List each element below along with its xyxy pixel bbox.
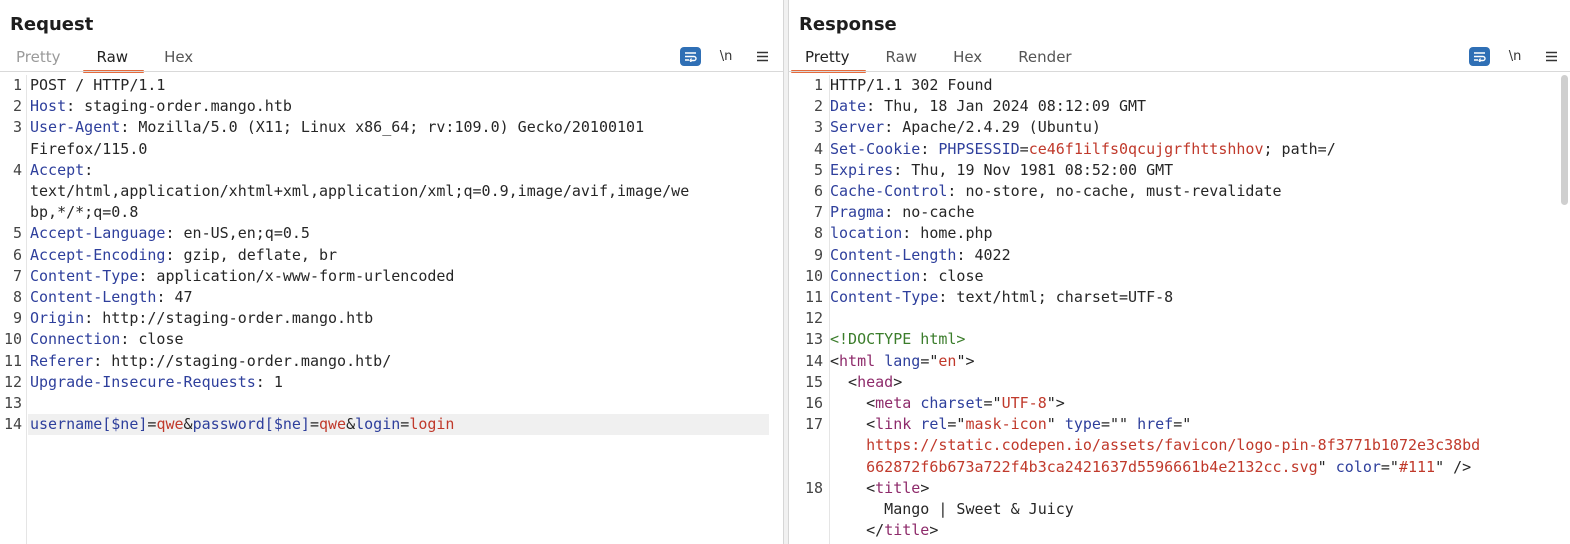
line-number: 2 [813, 97, 823, 116]
code-line: POST / HTTP/1.1 [30, 76, 166, 94]
line-number: 5 [12, 224, 22, 243]
line-number: 16 [804, 394, 823, 412]
code-line: Expires: Thu, 19 Nov 1981 08:52:00 GMT [830, 160, 1174, 179]
line-number: 8 [813, 224, 823, 243]
line-number: 9 [813, 245, 823, 264]
code-line: Firefox/115.0 [30, 139, 148, 158]
line-number: 12 [804, 309, 823, 328]
wrap-lines-icon[interactable] [1469, 46, 1490, 66]
code-line: <link rel="mask-icon" type="" href=" [830, 415, 1192, 434]
line-number: 15 [804, 372, 823, 391]
code-line: Server: Apache/2.4.29 (Ubuntu) [830, 118, 1101, 137]
code-line: Content-Type: application/x-www-form-url… [30, 266, 455, 285]
code-line: Content-Length: 4022 [830, 245, 1011, 264]
code-line: Connection: close [30, 330, 184, 349]
tab-raw[interactable]: Raw [886, 44, 918, 70]
line-number: 12 [3, 372, 22, 391]
request-tabs: Pretty Raw Hex [0, 44, 213, 73]
newline-toggle[interactable]: \n [715, 46, 737, 66]
line-number: 11 [3, 351, 22, 370]
code-line: Pragma: no-cache [830, 203, 975, 222]
line-number: 14 [804, 351, 823, 370]
code-line: Accept-Language: en-US,en;q=0.5 [30, 224, 310, 243]
line-number: 18 [804, 478, 823, 497]
code-line: Origin: http://staging-order.mango.htb [30, 309, 374, 328]
line-number: 10 [3, 330, 22, 349]
line-number: 14 [3, 415, 22, 434]
code-line: bp,*/*;q=0.8 [30, 203, 139, 222]
line-number: 9 [12, 309, 22, 328]
line-number: 11 [804, 288, 823, 306]
menu-icon[interactable] [751, 46, 773, 66]
code-line: username[$ne]=qwe&password[$ne]=qwe&logi… [30, 415, 455, 434]
code-line: text/html,application/xhtml+xml,applicat… [30, 182, 690, 200]
line-number: 1 [813, 76, 823, 94]
line-number: 7 [813, 203, 823, 222]
tab-hex[interactable]: Hex [953, 44, 982, 70]
menu-icon[interactable] [1540, 46, 1562, 66]
line-number: 1 [12, 76, 22, 94]
tab-render[interactable]: Render [1018, 44, 1071, 70]
response-pane: Response Pretty Raw Hex Render \n 1 HTTP/… [789, 0, 1570, 544]
code-line: <title> [830, 478, 930, 497]
code-line: https://static.codepen.io/assets/favicon… [866, 436, 1481, 455]
code-line: Cache-Control: no-store, no-cache, must-… [830, 182, 1282, 200]
code-line: Referer: http://staging-order.mango.htb/ [30, 351, 392, 370]
code-line: 662872f6b673a722f4b3ca2421637d5596661b4e… [866, 457, 1472, 476]
vertical-scrollbar[interactable] [1561, 75, 1568, 205]
tab-divider [0, 71, 783, 72]
tab-divider [789, 71, 1570, 72]
line-number: 6 [12, 245, 22, 264]
code-line: location: home.php [830, 224, 993, 243]
response-title: Response [799, 14, 897, 35]
code-line: <!DOCTYPE html> [830, 330, 966, 349]
code-line: </title> [830, 521, 939, 540]
line-number: 2 [12, 97, 22, 116]
response-tabs: Pretty Raw Hex Render [789, 44, 1092, 73]
wrap-lines-icon[interactable] [680, 46, 701, 66]
tab-hex[interactable]: Hex [164, 44, 193, 70]
code-line: Mango | Sweet & Juicy [830, 500, 1074, 518]
line-number: 8 [12, 288, 22, 306]
line-number: 10 [804, 266, 823, 285]
tab-pretty[interactable]: Pretty [791, 44, 865, 73]
code-line: <meta charset="UTF-8"> [830, 394, 1065, 412]
code-line: Content-Type: text/html; charset=UTF-8 [830, 288, 1174, 306]
code-line: Connection: close [830, 266, 984, 285]
tab-raw[interactable]: Raw [82, 44, 144, 73]
line-number: 5 [813, 160, 823, 179]
line-number: 4 [12, 160, 22, 179]
newline-toggle[interactable]: \n [1504, 46, 1526, 66]
code-line: HTTP/1.1 302 Found [830, 76, 993, 94]
code-line: <html lang="en"> [830, 351, 975, 370]
tab-pretty[interactable]: Pretty [16, 44, 61, 70]
code-line: Date: Thu, 18 Jan 2024 08:12:09 GMT [830, 97, 1147, 116]
code-line: Set-Cookie: PHPSESSID=ce46f1ilfs0qcujgrf… [830, 139, 1336, 158]
line-number: 13 [3, 394, 22, 412]
line-number: 7 [12, 266, 22, 285]
line-number: 3 [813, 118, 823, 137]
line-number: 13 [804, 330, 823, 349]
line-number: 6 [813, 182, 823, 200]
code-line: Accept-Encoding: gzip, deflate, br [30, 245, 338, 264]
request-title: Request [10, 14, 94, 35]
line-number: 3 [12, 118, 22, 137]
code-line: Accept: [30, 160, 94, 179]
code-line: User-Agent: Mozilla/5.0 (X11; Linux x86_… [30, 118, 645, 137]
response-toolbar: \n [1455, 45, 1562, 67]
code-line: Host: staging-order.mango.htb [30, 97, 292, 116]
code-line: <head> [830, 372, 903, 391]
code-line: Upgrade-Insecure-Requests: 1 [30, 372, 283, 391]
line-number: 4 [813, 139, 823, 158]
line-number: 17 [804, 415, 823, 434]
request-pane: Request Pretty Raw Hex \n 1 POST / HTTP/1… [0, 0, 783, 544]
code-line: Content-Length: 47 [30, 288, 193, 306]
request-toolbar: \n [666, 45, 773, 67]
